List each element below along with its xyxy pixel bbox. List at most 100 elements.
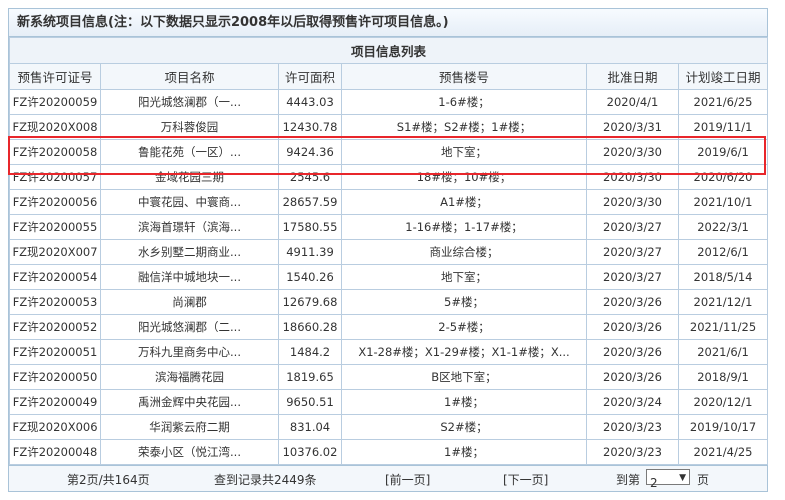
cell-name[interactable]: 万科蓉俊园 (100, 114, 279, 140)
cell-completion: 2018/9/1 (677, 364, 769, 390)
table-row[interactable]: FZ许20200055 滨海首璟轩（滨海... 17580.55 1-16#楼；1-1… (9, 214, 769, 240)
cell-area: 1540.26 (278, 264, 342, 290)
cell-permit: FZ许20200059 (9, 89, 101, 115)
cell-completion: 2021/10/1 (677, 189, 769, 215)
cell-permit: FZ许20200057 (9, 164, 101, 190)
table-caption: 项目信息列表 (8, 37, 769, 64)
next-page-link[interactable]: [下一页] (503, 471, 548, 488)
chevron-down-icon: ▼ (679, 473, 686, 483)
column-header-permit: 预售许可证号 (9, 63, 101, 90)
panel-title: 新系统项目信息(注：以下数据只显示2008年以后取得预售许可项目信息。) (9, 9, 767, 37)
cell-permit: FZ现2020X008 (9, 114, 101, 140)
column-header-row: 预售许可证号 项目名称 许可面积 预售楼号 批准日期 计划竣工日期 (9, 63, 769, 90)
cell-name[interactable]: 鲁能花苑（一区）... (100, 139, 279, 165)
table-row[interactable]: FZ许20200051 万科九里商务中心... 1484.2 X1-28#楼；X1-2… (9, 339, 769, 365)
cell-approved: 2020/3/23 (586, 414, 679, 440)
cell-buildings: 地下室； (341, 264, 587, 290)
cell-permit: FZ许20200051 (9, 339, 101, 365)
column-header-approved: 批准日期 (586, 63, 679, 90)
cell-name[interactable]: 滨海福腾花园 (100, 364, 279, 390)
cell-approved: 2020/3/30 (586, 189, 679, 215)
cell-completion: 2019/10/17 (677, 414, 769, 440)
cell-area: 4911.39 (278, 239, 342, 265)
page-select-value: 2 (650, 476, 658, 490)
cell-completion: 2012/6/1 (677, 239, 769, 265)
cell-approved: 2020/3/27 (586, 264, 679, 290)
cell-completion: 2021/4/25 (677, 439, 769, 465)
cell-name[interactable]: 中寰花园、中寰商... (100, 189, 279, 215)
cell-approved: 2020/3/24 (586, 389, 679, 415)
table-row[interactable]: FZ许20200058 鲁能花苑（一区）... 9424.36 地下室； 2020/3/… (9, 139, 769, 165)
goto-label: 到第 (616, 473, 641, 487)
cell-completion: 2021/6/1 (677, 339, 769, 365)
cell-permit: FZ许20200053 (9, 289, 101, 315)
cell-area: 9424.36 (278, 139, 342, 165)
cell-buildings: 商业综合楼； (341, 239, 587, 265)
cell-approved: 2020/3/26 (586, 314, 679, 340)
cell-completion: 2021/12/1 (677, 289, 769, 315)
table-row[interactable]: FZ许20200056 中寰花园、中寰商... 28657.59 A1#楼； 2020/… (9, 189, 769, 215)
cell-area: 18660.28 (278, 314, 342, 340)
cell-approved: 2020/3/31 (586, 114, 679, 140)
table-row[interactable]: FZ许20200053 尚澜郡 12679.68 5#楼； 2020/3/26 2021/… (9, 289, 769, 315)
cell-permit: FZ许20200054 (9, 264, 101, 290)
cell-name[interactable]: 滨海首璟轩（滨海... (100, 214, 279, 240)
cell-completion: 2021/11/25 (677, 314, 769, 340)
cell-permit: FZ许20200055 (9, 214, 101, 240)
table-row[interactable]: FZ许20200054 融信洋中城地块一... 1540.26 地下室； 2020/3/… (9, 264, 769, 290)
cell-area: 17580.55 (278, 214, 342, 240)
cell-approved: 2020/3/30 (586, 139, 679, 165)
cell-approved: 2020/3/26 (586, 364, 679, 390)
cell-name[interactable]: 华润紫云府二期 (100, 414, 279, 440)
table-row[interactable]: FZ许20200049 禹洲金辉中央花园... 9650.51 1#楼； 2020/3/… (9, 389, 769, 415)
cell-name[interactable]: 禹洲金辉中央花园... (100, 389, 279, 415)
table-row[interactable]: FZ许20200052 阳光城悠澜郡（二... 18660.28 2-5#楼； 2020… (9, 314, 769, 340)
cell-permit: FZ许20200048 (9, 439, 101, 465)
record-count: 查到记录共2449条 (214, 473, 317, 487)
cell-name[interactable]: 阳光城悠澜郡（一... (100, 89, 279, 115)
cell-name[interactable]: 水乡别墅二期商业... (100, 239, 279, 265)
table-row[interactable]: FZ许20200059 阳光城悠澜郡（一... 4443.03 1-6#楼； 2020/… (9, 89, 769, 115)
cell-permit: FZ许20200052 (9, 314, 101, 340)
table-row[interactable]: FZ许20200050 滨海福腾花园 1819.65 B区地下室； 2020/3/26 2… (9, 364, 769, 390)
cell-area: 1484.2 (278, 339, 342, 365)
table-row[interactable]: FZ现2020X007 水乡别墅二期商业... 4911.39 商业综合楼； 2020/… (9, 239, 769, 265)
cell-permit: FZ许20200050 (9, 364, 101, 390)
cell-approved: 2020/3/26 (586, 289, 679, 315)
cell-name[interactable]: 荣泰小区（悦江湾... (100, 439, 279, 465)
cell-area: 4443.03 (278, 89, 342, 115)
cell-buildings: S1#楼；S2#楼；1#楼； (341, 114, 587, 140)
cell-name[interactable]: 阳光城悠澜郡（二... (100, 314, 279, 340)
page-select[interactable]: 2 ▼ (646, 469, 690, 490)
cell-name[interactable]: 金域花园三期 (100, 164, 279, 190)
cell-completion: 2021/6/25 (677, 89, 769, 115)
cell-permit: FZ许20200056 (9, 189, 101, 215)
cell-area: 831.04 (278, 414, 342, 440)
cell-buildings: 1#楼； (341, 439, 587, 465)
cell-buildings: 5#楼； (341, 289, 587, 315)
cell-approved: 2020/3/26 (586, 339, 679, 365)
cell-approved: 2020/3/23 (586, 439, 679, 465)
cell-area: 28657.59 (278, 189, 342, 215)
table-row[interactable]: FZ现2020X006 华润紫云府二期 831.04 S2#楼； 2020/3/23 20… (9, 414, 769, 440)
cell-area: 2545.6 (278, 164, 342, 190)
cell-area: 10376.02 (278, 439, 342, 465)
cell-buildings: 18#楼；10#楼； (341, 164, 587, 190)
cell-permit: FZ现2020X007 (9, 239, 101, 265)
table-row[interactable]: FZ现2020X008 万科蓉俊园 12430.78 S1#楼；S2#楼；1#楼； 20… (9, 114, 769, 140)
cell-permit: FZ现2020X006 (9, 414, 101, 440)
page-info: 第2页/共164页 (67, 473, 150, 487)
column-header-area: 许可面积 (278, 63, 342, 90)
cell-name[interactable]: 尚澜郡 (100, 289, 279, 315)
cell-approved: 2020/3/27 (586, 214, 679, 240)
cell-name[interactable]: 万科九里商务中心... (100, 339, 279, 365)
cell-area: 1819.65 (278, 364, 342, 390)
column-header-name: 项目名称 (100, 63, 279, 90)
table-row[interactable]: FZ许20200057 金域花园三期 2545.6 18#楼；10#楼； 2020/3/… (9, 164, 769, 190)
cell-buildings: S2#楼； (341, 414, 587, 440)
project-table: 项目信息列表 预售许可证号 项目名称 许可面积 预售楼号 批准日期 计划竣工日期… (8, 37, 769, 465)
cell-buildings: 地下室； (341, 139, 587, 165)
table-row[interactable]: FZ许20200048 荣泰小区（悦江湾... 10376.02 1#楼； 2020/3… (9, 439, 769, 465)
cell-name[interactable]: 融信洋中城地块一... (100, 264, 279, 290)
prev-page-link[interactable]: [前一页] (385, 471, 430, 488)
